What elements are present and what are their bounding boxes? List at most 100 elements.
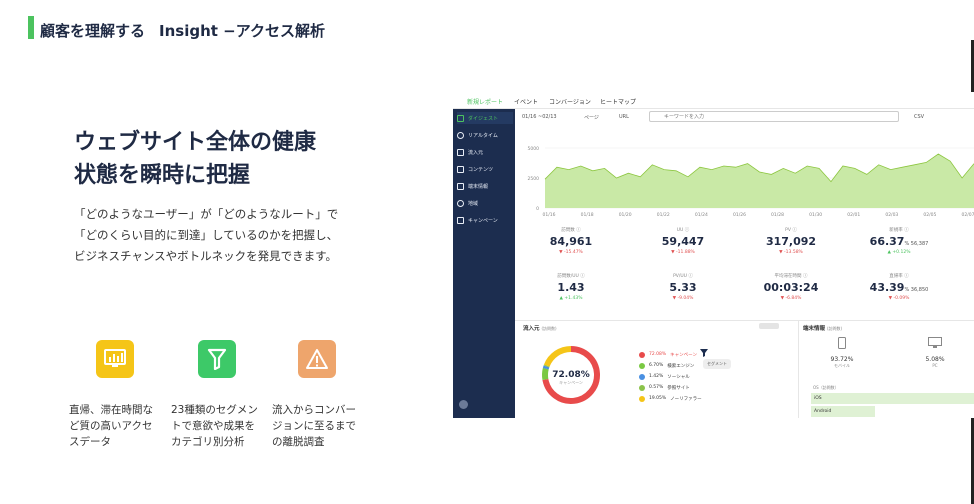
mobile-pct: 93.72% [830, 356, 854, 363]
donut-slice [543, 346, 572, 367]
sidebar-item-campaign[interactable]: キャンペーン [457, 214, 513, 226]
x-tick-label: 01/30 [809, 212, 822, 218]
tab-conversion[interactable]: コンバージョン [549, 97, 591, 106]
warning-icon [298, 340, 336, 378]
tab-heatmap[interactable]: ヒートマップ [600, 97, 636, 106]
stat-change: ▼ -15.47% [559, 250, 583, 255]
device-pc: 5.08% PC [915, 337, 955, 368]
stat-card: 訪問数/UU ⓘ 1.43 ▲ +1.43% [521, 273, 621, 301]
clock-icon [457, 131, 464, 139]
legend-item: 19.05% ノーリファラー [639, 393, 702, 404]
feature-text: カテゴリ別分析 [171, 436, 245, 448]
dashboard-screenshot: 新規レポート イベント コンバージョン ヒートマップ ダイジェスト リアルタイム… [453, 92, 974, 418]
url-select[interactable]: URL [619, 114, 629, 120]
sidebar-item-label: コンテンツ [468, 166, 494, 173]
y-tick-label: 2500 [528, 176, 540, 182]
stat-label: 平均滞在時間 ⓘ [774, 274, 808, 279]
legend-item: 0.57% 参照サイト [639, 382, 702, 393]
donut-center-label: キャンペーン [559, 379, 583, 385]
description: 「どのようなユーザー」が「どのようなルート」で 「どのくらい目的に到達」している… [74, 204, 338, 267]
feature-dropoff: 流入からコンバー ジョンに至るまで の離脱調査 [272, 340, 374, 450]
mobile-label: モバイル [834, 363, 850, 368]
legend-pct: 6.70% [649, 363, 664, 368]
x-tick-label: 02/03 [885, 212, 898, 218]
stat-change: ▼ -9.04% [672, 296, 694, 301]
legend-dot [639, 373, 645, 380]
inflow-title-text: 流入元 [523, 326, 540, 332]
stat-change: ▲ +0.12% [887, 250, 911, 255]
stat-label: 直帰率 ⓘ [889, 274, 909, 279]
search-input[interactable] [650, 112, 880, 121]
sidebar-item-label: リアルタイム [468, 132, 498, 139]
x-tick-label: 01/18 [581, 212, 594, 218]
hero-line: 状態を瞬時に把握 [74, 163, 251, 188]
inflow-icon [457, 148, 464, 156]
sidebar-item-region[interactable]: 地域 [457, 197, 513, 209]
dashboard-toolbar: 01/16 ~02/13 ページ URL CSV [520, 110, 974, 124]
page-select[interactable]: ページ [584, 114, 599, 121]
date-range[interactable]: 01/16 ~02/13 [522, 114, 557, 120]
hero-line: ウェブサイト全体の健康 [74, 130, 317, 155]
stat-card: 訪問数 ⓘ 84,961 ▼ -15.47% [521, 227, 621, 255]
visits-chart: 5000 2500 0 01/16 01/18 01/20 01/22 01/24 01/26 0… [515, 142, 974, 218]
stat-label: PV ⓘ [785, 228, 797, 233]
os-row-android: Android [811, 406, 875, 417]
stat-change: ▼ -11.88% [671, 250, 695, 255]
filter-icon[interactable] [700, 349, 708, 357]
sidebar-item-label: ダイジェスト [468, 115, 499, 122]
divider [798, 320, 799, 418]
collapse-icon[interactable] [459, 400, 468, 409]
tab-event[interactable]: イベント [514, 97, 538, 106]
stat-value: 317,092 [765, 235, 817, 248]
legend-dot [639, 384, 645, 391]
legend-dot [639, 395, 645, 402]
segment-tooltip: セグメント [703, 359, 731, 369]
sidebar-item-content[interactable]: コンテンツ [457, 163, 513, 175]
sidebar-item-inflow[interactable]: 流入元 [457, 146, 513, 158]
feature-text: トで意欲や成果を [171, 420, 255, 432]
hero-heading: ウェブサイト全体の健康 状態を瞬時に把握 [74, 126, 316, 192]
sidebar-item-label: キャンペーン [468, 217, 498, 224]
sidebar-item-label: 地域 [468, 200, 479, 207]
legend-item: 72.08% キャンペーン [639, 349, 702, 360]
x-tick-label: 02/01 [847, 212, 860, 218]
stat-change: ▼ -6.84% [780, 296, 802, 301]
stat-label: PV/UU ⓘ [673, 274, 693, 279]
x-tick-label: 01/28 [771, 212, 784, 218]
sidebar-item-device[interactable]: 端末情報 [457, 180, 513, 192]
x-tick-label: 01/26 [733, 212, 746, 218]
section-title-jp: 顧客を理解する [40, 22, 146, 40]
stat-label: 新規率 ⓘ [889, 228, 909, 233]
globe-icon [457, 199, 464, 207]
legend-pct: 19.05% [649, 396, 667, 401]
legend-pct: 0.57% [649, 385, 664, 390]
legend-name: ソーシャル [667, 374, 690, 380]
stat-value: 00:03:24 [763, 281, 819, 294]
stat-card: 直帰率 ⓘ 43.39% 36,850 ▼ -0.09% [849, 273, 949, 301]
stat-card: PV ⓘ 317,092 ▼ -13.58% [741, 227, 841, 255]
description-line: 「どのようなユーザー」が「どのようなルート」で [74, 207, 339, 221]
toggle-pill[interactable] [759, 323, 779, 329]
sidebar-item-realtime[interactable]: リアルタイム [457, 129, 513, 141]
y-tick-label: 0 [536, 206, 539, 212]
sidebar-item-digest[interactable]: ダイジェスト [457, 112, 513, 124]
legend-name: 検索エンジン [667, 363, 695, 369]
csv-button[interactable]: CSV [914, 114, 924, 120]
legend-dot [639, 351, 645, 358]
stat-card: PV/UU ⓘ 5.33 ▼ -9.04% [633, 273, 733, 301]
grid-icon [457, 114, 464, 122]
search-field[interactable] [649, 111, 899, 122]
donut-slice [542, 365, 550, 370]
legend-name: ノーリファラー [670, 396, 702, 402]
stat-card: 平均滞在時間 ⓘ 00:03:24 ▼ -6.84% [741, 273, 841, 301]
stat-change: ▼ -13.58% [779, 250, 803, 255]
monitor-chart-icon [96, 340, 134, 378]
feature-text: スデータ [69, 436, 111, 448]
inflow-legend: 72.08% キャンペーン 6.70% 検索エンジン 1.42% ソーシャル 0.57… [639, 349, 702, 404]
megaphone-icon [457, 216, 464, 224]
description-line: ビジネスチャンスやボトルネックを発見できます。 [74, 249, 338, 263]
dashboard-sidebar: ダイジェスト リアルタイム 流入元 コンテンツ 端末情報 地域 キャンペーン [453, 109, 515, 418]
stat-value: 84,961 [549, 235, 593, 248]
feature-text: 直帰、滞在時間な [69, 404, 153, 416]
x-tick-label: 01/24 [695, 212, 708, 218]
